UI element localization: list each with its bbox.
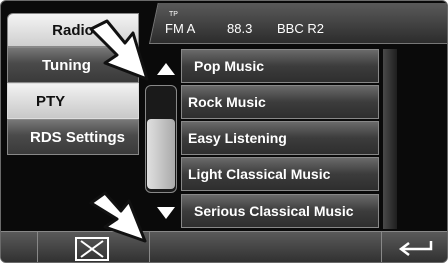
back-button[interactable] [397,235,437,261]
pointer-arrow-icon [89,191,147,243]
pty-item-serious-classical[interactable]: Serious Classical Music [181,194,379,228]
pty-item-rock-music[interactable]: Rock Music [181,85,379,119]
pty-item-light-classical[interactable]: Light Classical Music [181,157,379,191]
band-label: FM A [165,21,196,36]
list-item-label: Serious Classical Music [194,203,354,219]
frequency-label: 88.3 [227,21,253,36]
menu-item-tuning-label: Tuning [42,56,91,74]
station-name: BBC R2 [277,21,324,36]
list-item-label: Light Classical Music [188,166,331,182]
menu-item-rds-settings[interactable]: RDS Settings [7,119,139,155]
scrollbar-thumb[interactable] [147,119,175,189]
list-edge-strip [383,49,397,229]
list-item-label: Easy Listening [188,130,287,146]
menu-item-pty-label: PTY [36,92,66,110]
bottom-divider [37,232,38,262]
return-arrow-icon [398,241,433,256]
tp-indicator: TP [169,11,178,18]
list-item-label: Pop Music [194,58,265,74]
pty-item-pop-music[interactable]: Pop Music [181,49,379,83]
pointer-arrow-icon [89,19,149,81]
menu-item-rds-settings-label: RDS Settings [30,128,126,146]
pty-item-easy-listening[interactable]: Easy Listening [181,121,379,155]
bottom-divider [381,232,382,262]
list-item-label: Rock Music [188,94,266,110]
radio-screen: Radio Tuning PTY RDS Settings TP FM A 88… [0,0,448,263]
